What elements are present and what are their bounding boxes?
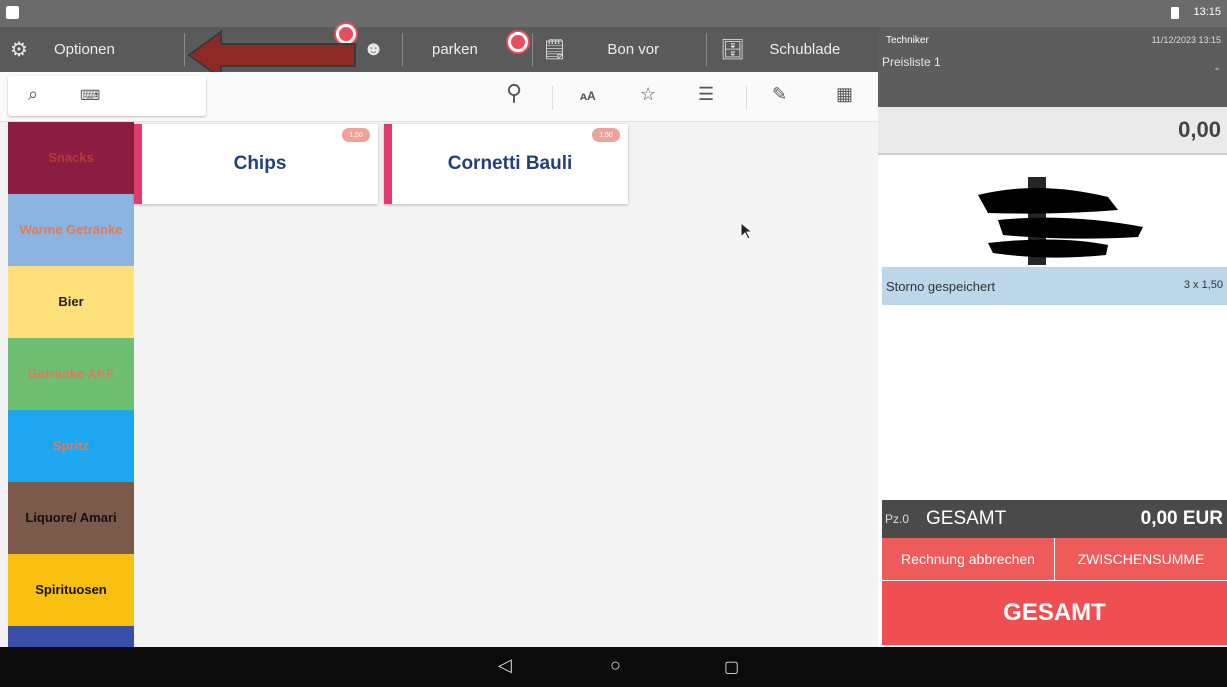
subtotal-button[interactable]: ZWISCHENSUMME — [1054, 538, 1227, 580]
category-spirituosen[interactable]: Spirituosen — [8, 554, 134, 626]
product-grid: Chips 1,50 Cornetti Bauli 1,50 — [134, 122, 878, 647]
sub-toolbar: ⌕ ⌨ ⚲ ᴀA ☆ ☰ ✎ ▦ — [0, 72, 878, 122]
category-label: Bier — [58, 294, 84, 310]
category-label: Warme Getränke — [19, 222, 123, 238]
bon-vor-button[interactable]: 🗒 Bon vor — [542, 27, 659, 72]
category-spritz[interactable]: Spritz — [8, 410, 134, 482]
category-label: Spritz — [52, 438, 90, 454]
category-label: Liquore/ Amari — [25, 510, 117, 526]
barcode-search-icon[interactable]: ⌕ — [28, 84, 38, 105]
toolbar-divider — [184, 33, 185, 66]
pencil-icon[interactable]: ✎ — [772, 84, 787, 105]
pricelist-label[interactable]: Preisliste 1 — [882, 55, 941, 69]
toolbar-divider — [532, 33, 533, 66]
park-indicator-icon — [508, 32, 528, 52]
product-tile-chips[interactable]: Chips 1,50 — [134, 124, 378, 204]
product-name: Chips — [233, 153, 287, 174]
status-bar: 13:15 — [0, 0, 1227, 27]
category-liquore-amari[interactable]: Liquore/ Amari — [8, 482, 134, 554]
drawer-label: Schublade — [769, 41, 841, 58]
customer-button[interactable]: ☻ — [363, 27, 384, 72]
pricelist-dash: - — [1215, 61, 1219, 75]
font-size-icon[interactable]: ᴀA — [580, 89, 596, 103]
options-label: Optionen — [53, 41, 115, 58]
subbar-divider — [552, 86, 553, 110]
status-clock: 13:15 — [1193, 6, 1221, 18]
back-icon[interactable]: ◁ — [498, 655, 512, 676]
redacted-logo — [978, 177, 1143, 265]
category-label: Snacks — [48, 150, 94, 166]
recents-icon[interactable]: ▢ — [724, 657, 739, 677]
home-icon[interactable]: ○ — [610, 655, 621, 676]
price-badge: 1,50 — [592, 128, 620, 142]
gear-icon: ⚙ — [10, 39, 28, 61]
user-name: Techniker — [886, 35, 929, 46]
category-snacks[interactable]: Snacks — [8, 122, 134, 194]
category-list: Snacks Warme Getränke Bier Getränke AKF … — [8, 122, 134, 647]
total-amount: 0,00 EUR — [1140, 508, 1223, 529]
price-badge: 1,50 — [342, 128, 370, 142]
receipt-panel: Techniker 11/12/2023 13:15 Preisliste 1 … — [878, 27, 1227, 647]
category-warme-getraenke[interactable]: Warme Getränke — [8, 194, 134, 266]
grid-icon[interactable]: ▦ — [836, 84, 853, 105]
notification-icon — [6, 6, 19, 19]
pos-screen: 13:15 ⚙ Optionen ☻ parken 🗒 Bon vor 🗄 Sc… — [0, 0, 1227, 687]
drawer-button[interactable]: 🗄 Schublade — [720, 27, 840, 72]
park-label: parken — [432, 41, 478, 58]
star-icon[interactable]: ☆ — [640, 84, 656, 105]
category-label: Spirituosen — [35, 582, 107, 598]
piece-count: Pz.0 — [885, 512, 910, 526]
total-row: Pz.0 GESAMT 0,00 EUR — [882, 500, 1227, 538]
total-label: GESAMT — [926, 508, 1007, 529]
category-label: Getränke AKF — [27, 366, 115, 382]
pay-total-button[interactable]: GESAMT — [882, 581, 1227, 645]
amount-display: 0,00 — [878, 107, 1227, 155]
action-row: Rechnung abbrechen ZWISCHENSUMME — [882, 538, 1227, 580]
receipt-datetime: 11/12/2023 13:15 — [1151, 35, 1221, 45]
options-button[interactable]: ⚙ Optionen — [10, 27, 115, 72]
toolbar-divider — [402, 33, 403, 66]
category-bier[interactable]: Bier — [8, 266, 134, 338]
keyboard-icon[interactable]: ⌨ — [80, 87, 100, 104]
receipt-header: Techniker 11/12/2023 13:15 Preisliste 1 … — [878, 27, 1227, 107]
storno-qty: 3 x 1,50 — [1183, 279, 1223, 291]
amount-value: 0,00 — [1178, 117, 1221, 142]
subbar-divider — [746, 86, 747, 110]
toolbar-divider — [706, 33, 707, 66]
bon-vor-label: Bon vor — [607, 41, 660, 58]
cancel-bill-button[interactable]: Rechnung abbrechen — [882, 538, 1054, 580]
cash-drawer-icon: 🗄 — [720, 39, 746, 61]
battery-icon — [1171, 7, 1179, 19]
storno-label: Storno gespeichert — [886, 279, 996, 294]
list-icon[interactable]: ☰ — [698, 84, 714, 105]
park-button[interactable]: parken — [432, 27, 478, 72]
customer-face-icon: ☻ — [363, 38, 385, 60]
system-nav-bar: ◁ ○ ▢ — [0, 647, 1227, 687]
category-getraenke-akf[interactable]: Getränke AKF — [8, 338, 134, 410]
mouse-cursor-icon — [740, 222, 754, 240]
top-toolbar: ⚙ Optionen ☻ parken 🗒 Bon vor 🗄 Schublad… — [0, 24, 878, 72]
category-next[interactable] — [8, 626, 134, 647]
storno-row[interactable]: Storno gespeichert 3 x 1,50 — [882, 267, 1227, 305]
product-tile-cornetti-bauli[interactable]: Cornetti Bauli 1,50 — [384, 124, 628, 204]
search-icon[interactable]: ⚲ — [506, 80, 522, 106]
receipt-icon: 🗒 — [542, 39, 568, 61]
product-name: Cornetti Bauli — [447, 153, 573, 174]
